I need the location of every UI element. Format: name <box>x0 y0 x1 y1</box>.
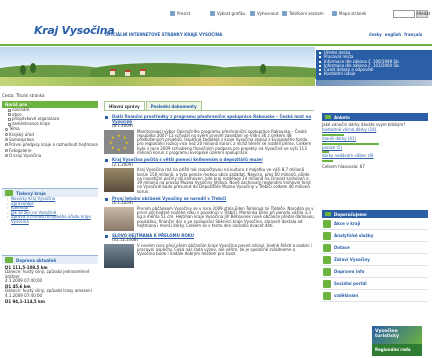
press-box: Tiskový kraje Novinky Kraj Vysočina Zpra… <box>2 188 98 224</box>
recommended-item[interactable]: Sociální portál <box>322 278 428 290</box>
news-tabs: Hlavní zprávy Poslední dokumenty <box>104 101 202 110</box>
bullet-icon <box>5 127 8 131</box>
bullet-icon <box>5 154 8 157</box>
eu-flag-image: ★ ★ ★ ★ ★ ★ ★ ★ <box>104 129 134 154</box>
news-article: Další finanční prostředky z programu pře… <box>104 114 314 155</box>
checkbox-icon <box>8 108 11 112</box>
regional-council-banner[interactable]: Regionální rada <box>372 344 422 356</box>
recommended-item[interactable]: Analytické služby <box>322 230 428 242</box>
poll-bar <box>322 159 334 162</box>
print-icon <box>170 11 175 16</box>
top-bar: Prosíst Vybrat grafiku Vyhovnout Telefon… <box>0 8 432 20</box>
toplink-phonebook[interactable]: Telefonní seznam <box>282 11 324 16</box>
poll-option[interactable]: menší dárky (41) <box>322 136 428 142</box>
nav-item-o-kraji[interactable]: O kraji Vysočina <box>2 153 98 158</box>
breadcrumb: Cesta: Titulní stránka <box>2 93 45 98</box>
lang-french[interactable]: français <box>404 32 422 37</box>
lang-english[interactable]: english <box>385 32 401 37</box>
magnifier-icon <box>250 11 255 16</box>
graphics-icon <box>210 11 215 16</box>
traffic-box-title: Doprava aktuálně <box>2 255 98 264</box>
governor-photo <box>104 243 134 268</box>
article-title[interactable]: První letošní občánek Vysočiny se narodi… <box>104 196 314 202</box>
poll-total: Celkem hlasovalo: 67 <box>322 163 365 169</box>
site-logo[interactable]: Kraj Vysočina <box>34 24 115 37</box>
news-list: Další finanční prostředky z programu pře… <box>104 114 314 271</box>
article-title[interactable]: SLOVO HEJTMANA K PŘELOMU ROKU <box>104 233 314 239</box>
recommended-item[interactable]: vzdělávání <box>322 290 428 302</box>
portal-title: OFICIÁLNÍ INTERNETOVÉ STRÁNKY KRAJE VYSO… <box>105 32 223 37</box>
recommended-item[interactable]: Dotace <box>322 242 428 254</box>
article-text: Kraj Vysočina má na příští rok rozpočtov… <box>137 167 311 194</box>
article-date: (8.1.2009) <box>112 123 133 129</box>
header-divider <box>0 44 432 46</box>
poll-option[interactable]: peníze (5) <box>322 145 428 151</box>
article-text: Prvním občánkem Vysočiny se v roce 2009 … <box>137 205 314 228</box>
calendar-icon <box>323 219 331 228</box>
search-input[interactable] <box>393 10 415 18</box>
newborn-photo <box>104 206 134 231</box>
language-switcher: česky english français <box>369 32 422 37</box>
grants-icon <box>323 243 331 252</box>
bullet-icon <box>5 138 8 142</box>
article-title[interactable]: Další finanční prostředky z programu pře… <box>104 114 314 124</box>
recommended-item[interactable]: Zdraví Vysočiny <box>322 254 428 266</box>
education-icon <box>323 291 331 300</box>
left-navigation: Garáž pro novináře obce příspěvkové orga… <box>2 101 98 158</box>
library-photo <box>104 168 134 193</box>
checkbox-icon <box>8 117 11 121</box>
traffic-entry: D1 45,6 km Dálnice: hustý silný, způsobí … <box>5 284 92 298</box>
news-article: Kraj Vysočina počítá s větší pomocí knih… <box>104 158 314 194</box>
traffic-box: Doprava aktuálně D1 111,5-108,5 km Dálnic… <box>2 255 98 304</box>
tab-latest-documents[interactable]: Poslední dokumenty <box>145 101 202 110</box>
sitemap-icon <box>332 11 337 16</box>
social-icon <box>323 279 331 288</box>
traffic-icon <box>323 267 331 276</box>
news-article: První letošní občánek Vysočiny se narodi… <box>104 196 314 231</box>
poll-option[interactable]: hodnotné věcné dárky (16) <box>322 128 428 133</box>
bullet-icon <box>5 132 8 136</box>
health-icon <box>323 255 331 264</box>
article-text: Monitorovací výbor Operačního programu p… <box>137 128 312 155</box>
phone-icon <box>282 11 287 16</box>
search-button[interactable]: Hledat <box>416 10 430 18</box>
news-article: SLOVO HEJTMANA K PŘELOMU ROKU (31.12.200… <box>104 233 314 268</box>
toplink-graphics[interactable]: Vybrat grafiku <box>210 11 245 16</box>
recommended-item[interactable]: Dopravní info <box>322 266 428 278</box>
poll-option[interactable]: dárky nedávám vůbec (8) <box>322 154 428 159</box>
article-text: V novém roce přeji všem občanům kraje Vy… <box>137 242 312 257</box>
press-link[interactable]: Zpráva o činnosti Krajského úřadu kraje … <box>2 214 98 224</box>
recommended-box: Doporučujeme Akce v kraji Analytické slu… <box>322 210 428 302</box>
toplink-sitemap[interactable]: Mapa stránek <box>332 11 366 16</box>
toplink-search[interactable]: Vyhovnout <box>250 11 278 16</box>
poll-title: Anketa <box>322 113 428 121</box>
bullet-icon <box>5 143 8 147</box>
checkbox-icon <box>8 113 11 117</box>
quick-links-panel: Úřední deska Pracovní místa Informace dl… <box>316 50 432 80</box>
quicklink-contacts[interactable]: Kontaktní údaje <box>318 72 430 76</box>
traffic-entry: D1 94,1-114,5 km <box>5 299 45 305</box>
banner-right-photo <box>316 80 432 86</box>
bullet-icon <box>5 148 8 152</box>
poll-box: Anketa Jaké vánoční dárky dáváte svým bl… <box>322 113 428 169</box>
toplink-print[interactable]: Prosíst <box>170 11 190 16</box>
article-title[interactable]: Kraj Vysočina počítá s větší pomocí knih… <box>104 158 314 163</box>
traffic-entry: D1 111,5-108,5 km Dálnice: hustý silný, z… <box>5 265 90 283</box>
recommended-item[interactable]: Akce v kraji <box>322 218 428 230</box>
lang-czech[interactable]: česky <box>369 32 382 37</box>
checkbox-icon <box>8 122 11 126</box>
tourism-banner[interactable]: Vysočina turistický <box>372 326 422 344</box>
tab-main-news[interactable]: Hlavní zprávy <box>104 101 145 110</box>
recommended-title: Doporučujeme <box>322 210 428 218</box>
analytics-icon <box>323 231 331 240</box>
landscape-banner <box>0 47 330 86</box>
